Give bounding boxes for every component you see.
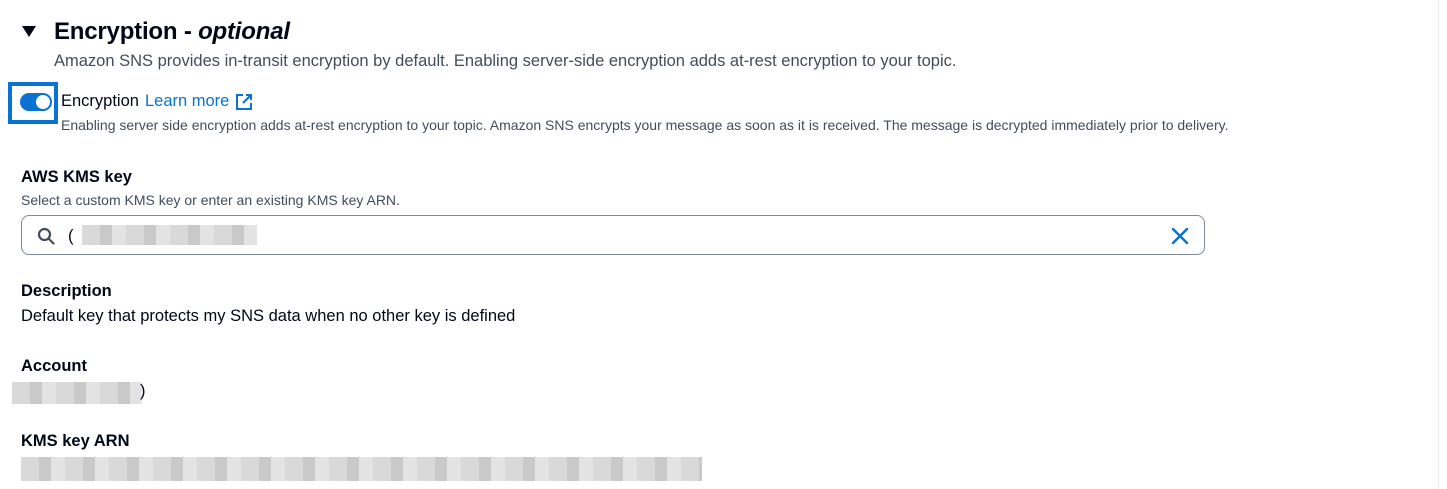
description-value: Default key that protects my SNS data wh… — [21, 307, 516, 325]
encryption-label-text: Encryption — [61, 92, 139, 110]
title-optional: optional — [198, 18, 290, 45]
encryption-toggle-row: Encryption Learn more Enabling server si… — [8, 82, 1408, 134]
page-border — [1438, 0, 1439, 489]
account-label: Account — [21, 357, 87, 375]
kms-key-hint: Select a custom KMS key or enter an exis… — [21, 192, 400, 208]
kms-key-arn-label: KMS key ARN — [21, 432, 130, 450]
title-separator: - — [177, 18, 199, 45]
kms-key-search[interactable] — [21, 215, 1205, 255]
encryption-toggle-label: Encryption Learn more — [61, 92, 253, 111]
toggle-knob — [36, 95, 50, 109]
caret-down-icon[interactable] — [22, 25, 36, 39]
search-icon — [37, 227, 55, 245]
external-link-icon[interactable] — [235, 93, 253, 111]
encryption-toggle[interactable] — [20, 93, 52, 111]
section-header[interactable]: Encryption - optional — [22, 16, 290, 48]
encryption-toggle-description: Enabling server side encryption adds at-… — [61, 117, 1229, 133]
redacted-key-value — [82, 225, 257, 245]
section-description: Amazon SNS provides in-transit encryptio… — [54, 52, 957, 70]
section-title-text: Encryption — [54, 18, 178, 45]
description-label: Description — [21, 282, 112, 300]
close-icon[interactable] — [1170, 226, 1190, 246]
learn-more-text[interactable]: Learn more — [145, 92, 229, 111]
redacted-account-value — [12, 382, 142, 404]
account-value: ) — [140, 382, 146, 400]
redacted-arn-value — [21, 457, 702, 481]
kms-key-label: AWS KMS key — [21, 168, 132, 186]
learn-more-link[interactable]: Learn more — [145, 92, 253, 111]
section-title: Encryption - optional — [54, 18, 290, 46]
